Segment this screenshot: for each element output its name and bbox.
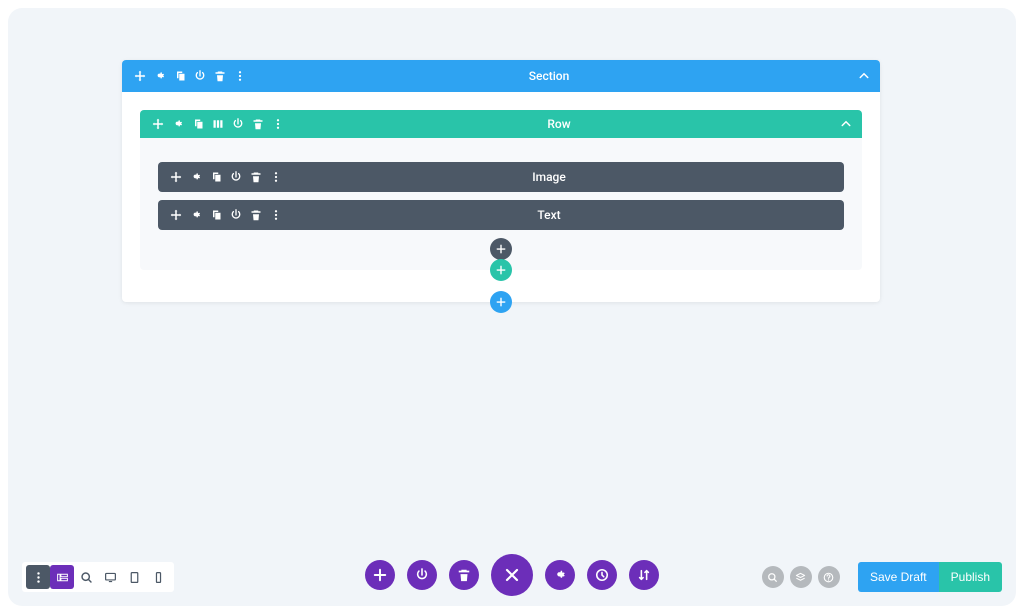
view-switcher: [22, 562, 174, 592]
move-icon[interactable]: [166, 205, 186, 225]
duplicate-icon[interactable]: [206, 167, 226, 187]
gear-icon[interactable]: [168, 114, 188, 134]
phone-view-button[interactable]: [146, 565, 170, 589]
tablet-view-button[interactable]: [122, 565, 146, 589]
power-icon[interactable]: [228, 114, 248, 134]
add-button[interactable]: [365, 560, 395, 590]
publish-button[interactable]: Publish: [939, 562, 1002, 592]
section-header[interactable]: Section: [122, 60, 880, 92]
dots-vertical-icon[interactable]: [26, 565, 50, 589]
dots-vertical-icon[interactable]: [266, 205, 286, 225]
chevron-up-icon[interactable]: [830, 118, 862, 130]
trash-icon[interactable]: [248, 114, 268, 134]
gear-icon[interactable]: [186, 205, 206, 225]
columns-icon[interactable]: [208, 114, 228, 134]
module-label: Image: [286, 170, 812, 184]
settings-button[interactable]: [545, 560, 575, 590]
zoom-button[interactable]: [74, 565, 98, 589]
trash-icon[interactable]: [210, 66, 230, 86]
chevron-up-icon[interactable]: [848, 70, 880, 82]
wireframe-view-button[interactable]: [50, 565, 74, 589]
gear-icon[interactable]: [150, 66, 170, 86]
power-icon[interactable]: [226, 167, 246, 187]
search-icon[interactable]: [762, 566, 784, 588]
layers-icon[interactable]: [790, 566, 812, 588]
module-label: Text: [286, 208, 812, 222]
help-icon[interactable]: [818, 566, 840, 588]
duplicate-icon[interactable]: [170, 66, 190, 86]
trash-icon[interactable]: [246, 167, 266, 187]
row-label: Row: [288, 117, 830, 131]
main-actions: [365, 554, 659, 596]
dots-vertical-icon[interactable]: [266, 167, 286, 187]
module-text[interactable]: Text: [158, 200, 844, 230]
history-button[interactable]: [587, 560, 617, 590]
swap-button[interactable]: [629, 560, 659, 590]
dots-vertical-icon[interactable]: [268, 114, 288, 134]
trash-button[interactable]: [449, 560, 479, 590]
add-module-button[interactable]: [490, 238, 512, 260]
move-icon[interactable]: [166, 167, 186, 187]
move-icon[interactable]: [130, 66, 150, 86]
dots-vertical-icon[interactable]: [230, 66, 250, 86]
power-icon[interactable]: [190, 66, 210, 86]
bottom-toolbar: Save Draft Publish: [8, 550, 1016, 596]
row-header[interactable]: Row: [140, 110, 862, 138]
row-block[interactable]: Row Image: [140, 110, 862, 270]
duplicate-icon[interactable]: [206, 205, 226, 225]
module-image[interactable]: Image: [158, 162, 844, 192]
save-draft-button[interactable]: Save Draft: [858, 562, 939, 592]
section-label: Section: [250, 69, 848, 83]
close-button[interactable]: [491, 554, 533, 596]
right-actions: Save Draft Publish: [762, 562, 1002, 592]
move-icon[interactable]: [148, 114, 168, 134]
power-button[interactable]: [407, 560, 437, 590]
app-frame: Section Row: [8, 8, 1016, 606]
row-body: Image Text: [140, 138, 862, 270]
gear-icon[interactable]: [186, 167, 206, 187]
section-block[interactable]: Section Row: [122, 60, 880, 302]
add-section-button[interactable]: [490, 291, 512, 313]
add-row-button[interactable]: [490, 259, 512, 281]
trash-icon[interactable]: [246, 205, 266, 225]
duplicate-icon[interactable]: [188, 114, 208, 134]
desktop-view-button[interactable]: [98, 565, 122, 589]
power-icon[interactable]: [226, 205, 246, 225]
builder-canvas: Section Row: [122, 60, 880, 302]
